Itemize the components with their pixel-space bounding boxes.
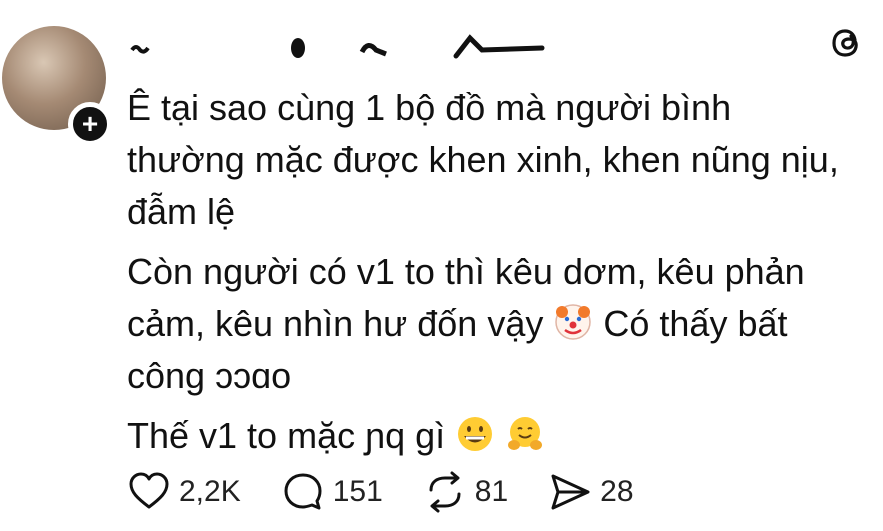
- clown-face-emoji: [555, 304, 592, 340]
- hugging-face-emoji: [508, 417, 543, 450]
- comment-count: 151: [332, 475, 383, 508]
- follow-plus-button[interactable]: +: [68, 102, 112, 146]
- post-line: Ê tại sao cùng 1 bộ đồ mà người bình: [127, 87, 732, 128]
- repost-button[interactable]: 81: [423, 470, 508, 514]
- post-line: đẫm lệ: [127, 191, 236, 232]
- username-redacted: [130, 34, 545, 59]
- like-count: 2,2K: [179, 475, 241, 508]
- like-button[interactable]: 2,2K: [127, 470, 241, 514]
- share-button[interactable]: 28: [548, 470, 634, 514]
- post-line: ɲq gì: [365, 415, 446, 456]
- heart-icon: [129, 472, 169, 509]
- avatar-container[interactable]: +: [2, 26, 112, 146]
- post-text: Ê tại sao cùng 1 bộ đồ mà người bình thư…: [127, 82, 867, 470]
- post-line: công ɔɔɑo: [127, 355, 292, 396]
- repost-icon: [429, 471, 461, 513]
- post-line: cảm, kêu nhìn hư đốn vậy: [127, 303, 544, 344]
- post-line: thường mặc được khen xinh, khen nũng nịu…: [127, 139, 839, 180]
- post-line: Có thấy bất: [603, 303, 788, 344]
- post-line: Còn người có v1 to thì kêu dơm, kêu phản: [127, 251, 805, 292]
- send-icon: [551, 474, 590, 510]
- action-bar: 2,2K 151 81 28: [127, 468, 674, 516]
- post-line: Thế v1 to mặc: [127, 415, 356, 456]
- repost-count: 81: [474, 475, 509, 508]
- comment-button[interactable]: 151: [281, 470, 383, 514]
- threads-logo-icon[interactable]: [826, 22, 866, 62]
- grinning-face-emoji: [458, 417, 493, 451]
- comment-bubble-icon: [284, 473, 322, 510]
- share-count: 28: [600, 475, 634, 508]
